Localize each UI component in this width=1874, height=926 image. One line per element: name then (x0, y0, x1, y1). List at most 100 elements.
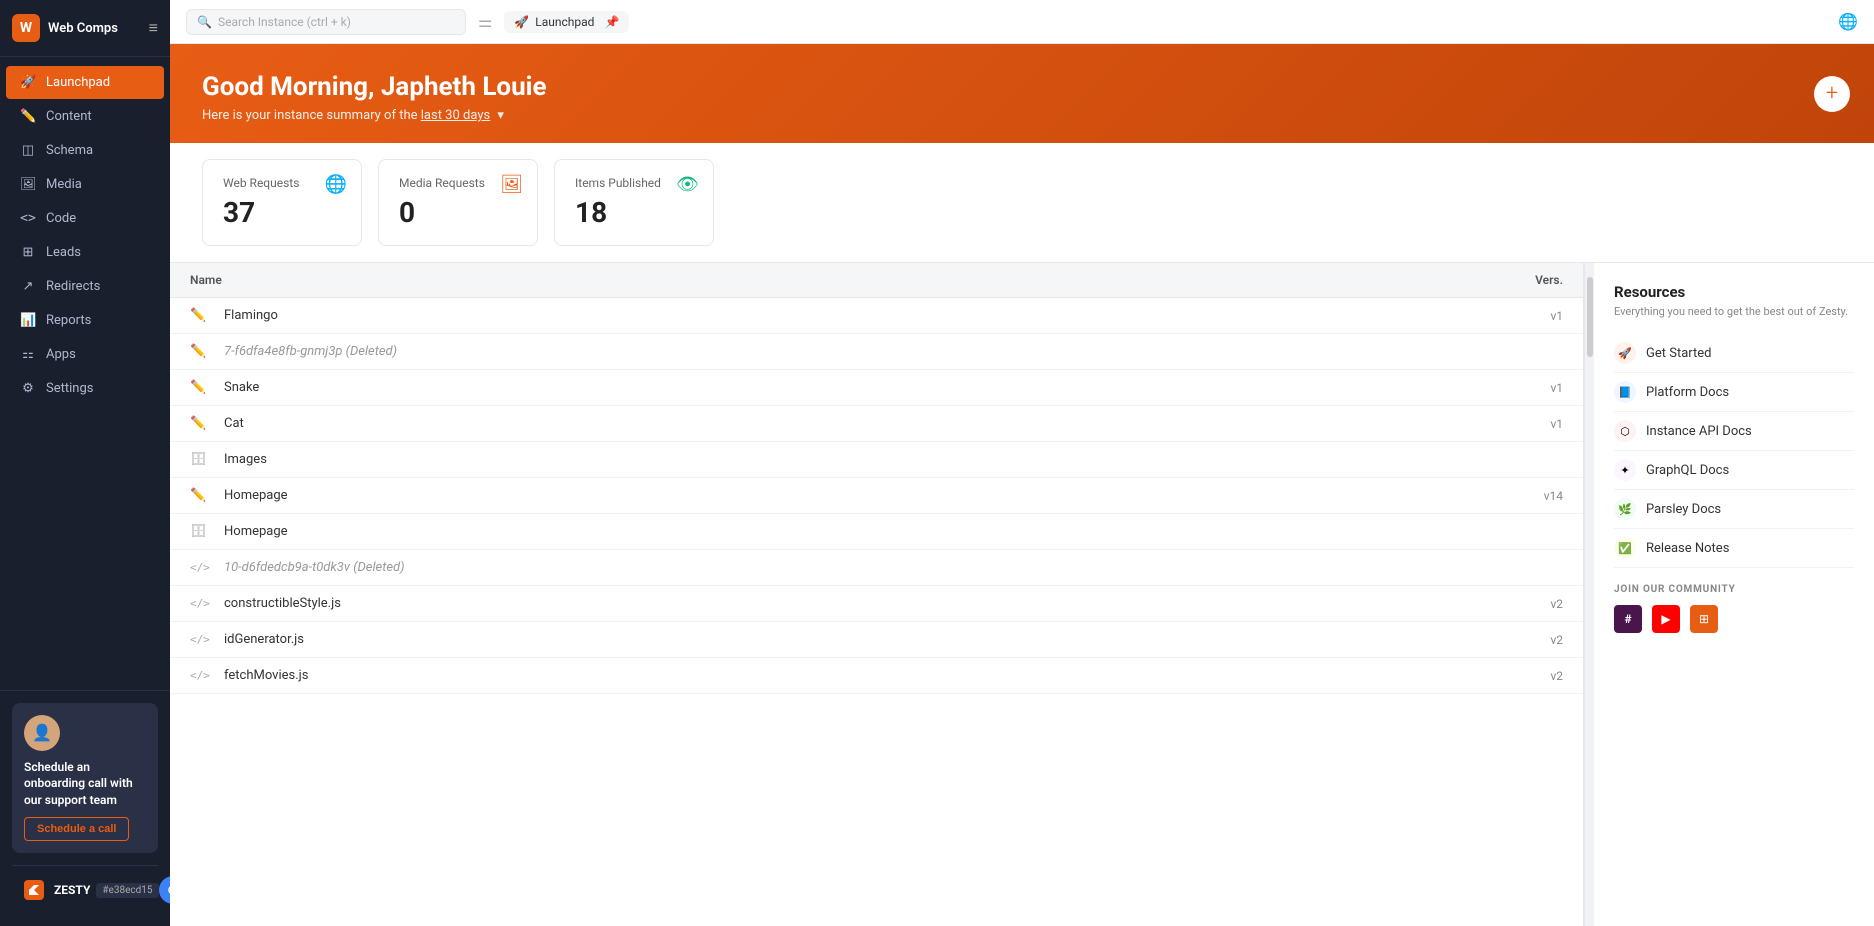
instance-api-icon: ⬡ (1614, 420, 1636, 442)
dropdown-arrow-icon[interactable]: ▾ (497, 108, 504, 123)
stat-card-media-requests: Media Requests 0 🖼 (378, 159, 538, 246)
sidebar-item-schema[interactable]: ◫ Schema (6, 134, 164, 167)
stat-card-items-published: Items Published 18 👁 (554, 159, 714, 246)
sidebar-item-redirects[interactable]: ↗ Redirects (6, 270, 164, 303)
schema-icon: ◫ (20, 143, 36, 158)
row-name-deleted: 7-f6dfa4e8fb-gnmj3p (Deleted) (224, 344, 1503, 359)
code-icon: </> (190, 561, 214, 574)
edit-icon: ✏️ (190, 344, 214, 359)
stat-value-web-requests: 37 (223, 196, 341, 229)
edit-icon: ✏️ (190, 488, 214, 503)
add-button[interactable]: + (1814, 76, 1850, 112)
sidebar-item-label: Leads (46, 245, 81, 260)
sidebar-item-reports[interactable]: 📊 Reports (6, 304, 164, 337)
sidebar-item-label: Reports (46, 313, 91, 328)
resource-item-parsley[interactable]: 🌿 Parsley Docs (1614, 490, 1854, 529)
table-section: Name Vers. ✏️ Flamingo v1 ✏️ 7-f6dfa4e8f… (170, 263, 1584, 926)
row-name: fetchMovies.js (224, 668, 1503, 683)
table-row[interactable]: ✏️ Homepage v14 (170, 478, 1583, 514)
pin-icon[interactable]: 📌 (604, 15, 619, 29)
sidebar-item-label: Media (46, 177, 82, 192)
sidebar-item-apps[interactable]: ⚏ Apps (6, 338, 164, 371)
sidebar-item-media[interactable]: 🖼 Media (6, 168, 164, 201)
resource-label: GraphQL Docs (1646, 463, 1729, 478)
apps-icon: ⚏ (20, 347, 36, 362)
resource-item-get-started[interactable]: 🚀 Get Started (1614, 334, 1854, 373)
table-icon[interactable]: ⊞ (1690, 605, 1718, 633)
table-row[interactable]: 🗄 Images (170, 442, 1583, 478)
table-row[interactable]: 🗄 Homepage (170, 514, 1583, 550)
community-icons: # ▶ ⊞ (1614, 605, 1854, 633)
code-icon: </> (190, 669, 214, 682)
youtube-icon[interactable]: ▶ (1652, 605, 1680, 633)
graphql-icon: ✦ (1614, 459, 1636, 481)
resources-title: Resources (1614, 283, 1854, 301)
row-name: constructibleStyle.js (224, 596, 1503, 611)
active-tab[interactable]: 🚀 Launchpad 📌 (504, 11, 629, 33)
search-icon: 🔍 (197, 15, 212, 29)
table-row[interactable]: ✏️ 7-f6dfa4e8fb-gnmj3p (Deleted) (170, 334, 1583, 370)
code-icon: </> (190, 633, 214, 646)
table-row[interactable]: ✏️ Flamingo v1 (170, 298, 1583, 334)
table-row[interactable]: </> idGenerator.js v2 (170, 622, 1583, 658)
scrollbar[interactable] (1584, 263, 1594, 926)
table-header: Name Vers. (170, 263, 1583, 298)
db-icon: 🗄 (190, 452, 214, 467)
hamburger-icon[interactable]: ≡ (149, 18, 158, 38)
stat-label-web-requests: Web Requests (223, 176, 341, 190)
schedule-call-button[interactable]: Schedule a call (24, 817, 129, 841)
row-name: Cat (224, 416, 1503, 431)
row-version: v2 (1503, 633, 1563, 647)
table-row[interactable]: </> fetchMovies.js v2 (170, 658, 1583, 694)
row-name: Homepage (224, 524, 1503, 539)
tab-label: Launchpad (535, 15, 594, 29)
resource-item-platform-docs[interactable]: 📘 Platform Docs (1614, 373, 1854, 412)
edit-icon: ✏️ (190, 416, 214, 431)
table-row[interactable]: </> 10-d6fdedcb9a-t0dk3v (Deleted) (170, 550, 1583, 586)
sidebar-item-label: Redirects (46, 279, 100, 294)
table-row[interactable]: ✏️ Snake v1 (170, 370, 1583, 406)
sidebar-item-code[interactable]: <> Code (6, 202, 164, 235)
content-icon: ✏️ (20, 109, 36, 124)
hash-badge: #e38ecd15 (96, 883, 158, 898)
resource-item-graphql[interactable]: ✦ GraphQL Docs (1614, 451, 1854, 490)
table-row[interactable]: ✏️ Cat v1 (170, 406, 1583, 442)
tab-rocket-icon: 🚀 (514, 15, 529, 29)
main-area: 🔍 Search Instance (ctrl + k) ⚌ 🚀 Launchp… (170, 0, 1874, 926)
row-version: v14 (1503, 489, 1563, 503)
sidebar-item-content[interactable]: ✏️ Content (6, 100, 164, 133)
resource-label: Parsley Docs (1646, 502, 1721, 517)
redirects-icon: ↗ (20, 279, 36, 294)
filter-icon[interactable]: ⚌ (478, 12, 492, 31)
logo-text: Web Comps (48, 21, 118, 36)
platform-docs-icon: 📘 (1614, 381, 1636, 403)
col-name-header: Name (190, 273, 1503, 287)
globe-icon[interactable]: 🌐 (1838, 12, 1858, 31)
community-title: JOIN OUR COMMUNITY (1614, 584, 1854, 595)
sidebar-item-leads[interactable]: ⊞ Leads (6, 236, 164, 269)
row-version: v2 (1503, 597, 1563, 611)
period-link[interactable]: last 30 days (421, 108, 490, 123)
slack-icon[interactable]: # (1614, 605, 1642, 633)
sidebar-item-launchpad[interactable]: 🚀 Launchpad (6, 66, 164, 99)
topbar-right: 🌐 (1838, 12, 1858, 31)
content-area: Name Vers. ✏️ Flamingo v1 ✏️ 7-f6dfa4e8f… (170, 263, 1874, 926)
items-published-icon: 👁 (676, 174, 699, 195)
reports-icon: 📊 (20, 313, 36, 328)
sidebar-item-settings[interactable]: ⚙ Settings (6, 372, 164, 405)
resource-item-instance-api[interactable]: ⬡ Instance API Docs (1614, 412, 1854, 451)
banner-greeting: Good Morning, Japheth Louie (202, 72, 1842, 102)
topbar: 🔍 Search Instance (ctrl + k) ⚌ 🚀 Launchp… (170, 0, 1874, 44)
resource-label: Platform Docs (1646, 385, 1729, 400)
media-requests-icon: 🖼 (500, 174, 523, 195)
banner-subtitle: Here is your instance summary of the las… (202, 108, 1842, 123)
avatar: 👤 (24, 715, 60, 751)
sidebar: W Web Comps ≡ 🚀 Launchpad ✏️ Content ◫ S… (0, 0, 170, 926)
resource-item-release-notes[interactable]: ✅ Release Notes (1614, 529, 1854, 568)
row-version: v1 (1503, 309, 1563, 323)
search-box[interactable]: 🔍 Search Instance (ctrl + k) (186, 9, 466, 35)
row-version: v1 (1503, 417, 1563, 431)
scrollbar-thumb[interactable] (1587, 277, 1593, 357)
get-started-icon: 🚀 (1614, 342, 1636, 364)
table-row[interactable]: </> constructibleStyle.js v2 (170, 586, 1583, 622)
